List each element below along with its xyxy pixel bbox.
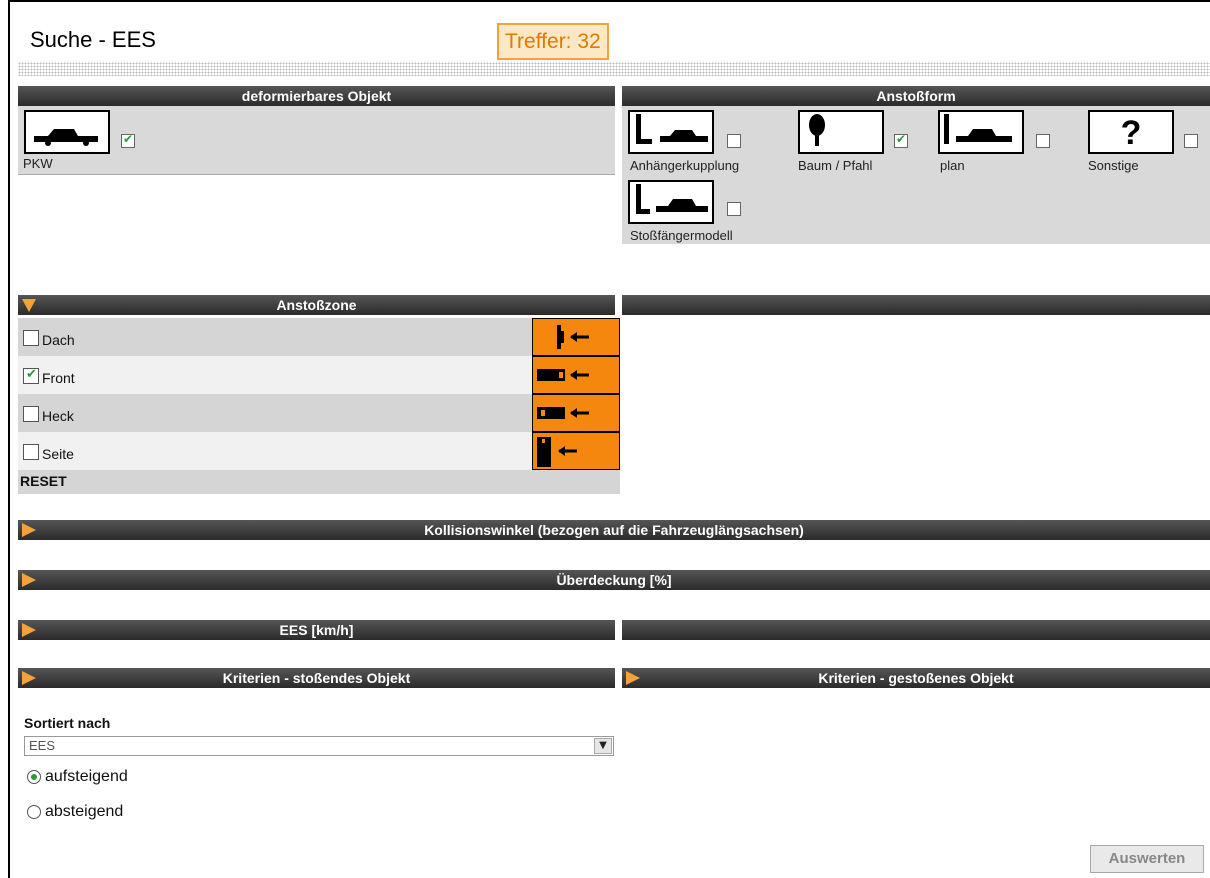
pkw-checkbox[interactable] [121,132,135,148]
anhaengerkupplung-label: Anhängerkupplung [630,158,740,173]
auswerten-button[interactable]: Auswerten [1090,845,1204,873]
section-header-kriterien-stossend[interactable]: Kriterien - stoßendes Objekt [18,668,615,688]
pkw-label: PKW [23,156,53,171]
tree-icon[interactable] [798,110,884,154]
kriterien-stossend-title: Kriterien - stoßendes Objekt [222,670,411,686]
reset-row: RESET [18,470,620,494]
zone-row-heck: Heck [18,394,620,432]
sort-ascending-radio[interactable] [27,770,41,784]
window-frame-left [8,0,10,878]
section-header-empty [622,295,1210,315]
car-icon[interactable] [24,110,110,154]
hit-count-badge: Treffer: 32 [497,23,609,60]
front-checkbox[interactable] [23,367,39,384]
sonstige-label: Sonstige [1088,158,1139,173]
sonstige-checkbox[interactable] [1184,134,1198,148]
flat-wall-icon[interactable] [938,110,1024,154]
bumper-model-icon[interactable] [628,180,714,224]
zone-row-seite: Seite [18,432,620,470]
section-header-ueberdeckung[interactable]: Überdeckung [%] [18,570,1210,590]
chevron-down-icon[interactable]: ▼ [594,738,612,754]
deformierbar-panel: PKW [18,106,615,174]
section-header-anstosszone[interactable]: Anstoßzone [18,295,615,315]
dach-label: Dach [42,332,75,348]
section-header-anstossform: Anstoßform [622,86,1210,106]
anstosszone-title: Anstoßzone [276,297,357,313]
divider [18,174,615,175]
question-icon[interactable]: ? [1088,110,1174,154]
baum-pfahl-checkbox[interactable] [894,132,908,148]
front-label: Front [42,370,75,386]
sort-select[interactable]: EES ▼ [24,736,614,756]
baum-pfahl-label: Baum / Pfahl [798,158,873,173]
dach-checkbox[interactable] [23,330,39,346]
side-impact-icon[interactable] [532,432,620,470]
heck-checkbox[interactable] [23,406,39,422]
ees-title: EES [km/h] [279,622,354,638]
anstossform-panel: Anhängerkupplung Baum / Pfahl plan ? Son… [622,106,1210,244]
stossfaengermodell-label: Stoßfängermodell [630,228,733,243]
window-frame-top [8,0,1210,2]
section-header-kriterien-gestossen[interactable]: Kriterien - gestoßenes Objekt [622,668,1210,688]
divider [18,62,1210,76]
seite-checkbox[interactable] [23,444,39,460]
page-title: Suche - EES [30,27,156,52]
sort-label: Sortiert nach [24,715,111,731]
sort-descending-radio[interactable] [27,805,41,819]
svg-text:?: ? [1121,114,1142,152]
kriterien-gestossen-title: Kriterien - gestoßenes Objekt [818,670,1014,686]
trailer-hitch-icon[interactable] [628,110,714,154]
roof-impact-icon[interactable] [532,318,620,356]
plan-checkbox[interactable] [1036,134,1050,148]
section-header-ees[interactable]: EES [km/h] [18,620,615,640]
stossfaengermodell-checkbox[interactable] [727,202,741,216]
plan-label: plan [940,158,965,173]
sort-ascending-label: aufsteigend [45,768,128,785]
rear-impact-icon[interactable] [532,394,620,432]
zone-row-front: Front [18,356,620,394]
zone-row-dach: Dach [18,318,620,356]
seite-label: Seite [42,446,74,462]
kollisionswinkel-title: Kollisionswinkel (bezogen auf die Fahrze… [424,522,804,538]
anhaengerkupplung-checkbox[interactable] [727,134,741,148]
section-header-deformierbar: deformierbares Objekt [18,86,615,106]
sort-descending-label: absteigend [45,803,124,820]
reset-link[interactable]: RESET [20,473,67,489]
sort-select-value: EES [29,738,56,753]
front-impact-icon[interactable] [532,356,620,394]
ueberdeckung-title: Überdeckung [%] [556,572,672,588]
heck-label: Heck [42,408,74,424]
section-header-empty-2 [622,620,1210,640]
section-header-kollisionswinkel[interactable]: Kollisionswinkel (bezogen auf die Fahrze… [18,520,1210,540]
